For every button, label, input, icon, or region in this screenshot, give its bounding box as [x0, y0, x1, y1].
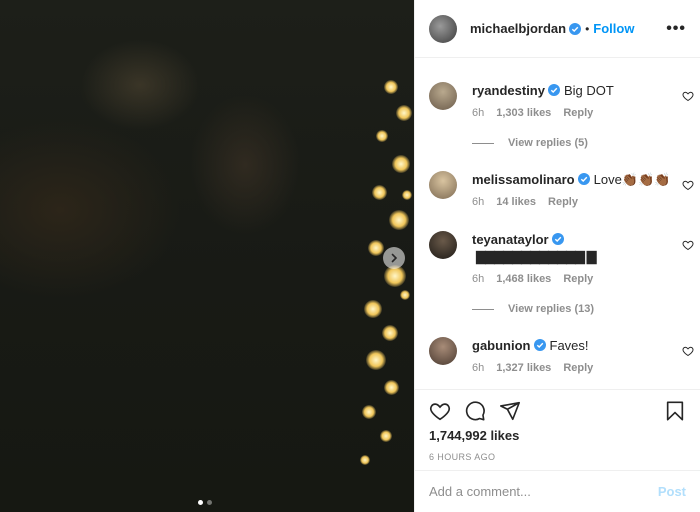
- comment-bubble-icon[interactable]: [464, 400, 486, 422]
- comment-likes[interactable]: 14 likes: [496, 196, 536, 208]
- comment-text: ▇▇▇▇▇▇▇▇▇▇▇▇ ▇: [476, 249, 597, 264]
- comment-meta: 6h 1,468 likes Reply: [472, 273, 689, 285]
- more-options-button[interactable]: •••: [666, 20, 686, 38]
- carousel-dot: [207, 500, 212, 505]
- avatar[interactable]: [429, 14, 457, 43]
- comment-item: ryandestiny Big DOT 6h 1,303 likes Reply …: [429, 82, 694, 149]
- post-timestamp: 6 HOURS AGO: [429, 452, 496, 462]
- verified-badge-icon: [533, 339, 546, 351]
- reply-button[interactable]: Reply: [563, 107, 593, 119]
- view-replies-label: View replies (5): [508, 137, 588, 149]
- comment-username[interactable]: gabunion: [472, 338, 531, 353]
- comment-username[interactable]: melissamolinaro: [472, 172, 575, 187]
- post-comment-button[interactable]: Post: [658, 484, 686, 499]
- avatar[interactable]: [429, 82, 457, 110]
- comment-time[interactable]: 6h: [472, 273, 484, 285]
- like-comment-heart-icon[interactable]: [682, 239, 694, 251]
- post-actions: 1,744,992 likes 6 HOURS AGO: [415, 389, 700, 462]
- view-replies-button[interactable]: View replies (13): [472, 303, 689, 315]
- comments-list[interactable]: ryandestiny Big DOT 6h 1,303 likes Reply …: [415, 59, 700, 388]
- comment-text: Big DOT: [563, 83, 614, 98]
- like-heart-icon[interactable]: [429, 400, 451, 422]
- replies-divider: [472, 142, 494, 144]
- carousel-dot-active: [198, 500, 203, 505]
- avatar[interactable]: [429, 231, 457, 259]
- follow-button[interactable]: Follow: [593, 21, 634, 36]
- comment-likes[interactable]: 1,303 likes: [496, 107, 551, 119]
- comment-text: Love👏🏾👏🏾👏🏾: [593, 172, 671, 187]
- comment-item: teyanataylor ▇▇▇▇▇▇▇▇▇▇▇▇ ▇ 6h 1,468 like…: [429, 231, 694, 315]
- comment-body: teyanataylor ▇▇▇▇▇▇▇▇▇▇▇▇ ▇: [472, 231, 652, 265]
- comment-body: ryandestiny Big DOT: [472, 82, 689, 99]
- comment-time[interactable]: 6h: [472, 196, 484, 208]
- share-icon[interactable]: [499, 400, 521, 422]
- author-username[interactable]: michaelbjordan: [470, 21, 566, 36]
- replies-divider: [472, 308, 494, 310]
- comment-body: gabunion Faves!: [472, 337, 689, 354]
- carousel-indicator: [198, 500, 212, 505]
- comment-item: gabunion Faves! 6h 1,327 likes Reply: [429, 337, 694, 374]
- comment-text: Faves!: [549, 338, 589, 353]
- comment-meta: 6h 1,303 likes Reply: [472, 107, 689, 119]
- comment-meta: 6h 1,327 likes Reply: [472, 362, 689, 374]
- comment-body: melissamolinaro Love👏🏾👏🏾👏🏾: [472, 171, 689, 188]
- comment-item: melissamolinaro Love👏🏾👏🏾👏🏾 6h 14 likes Re…: [429, 171, 694, 208]
- comment-time[interactable]: 6h: [472, 362, 484, 374]
- separator: •: [585, 21, 590, 36]
- view-replies-button[interactable]: View replies (5): [472, 137, 689, 149]
- comment-likes[interactable]: 1,468 likes: [496, 273, 551, 285]
- comment-meta: 6h 14 likes Reply: [472, 196, 689, 208]
- comment-composer: Post: [415, 470, 700, 512]
- view-replies-label: View replies (13): [508, 303, 595, 315]
- bookmark-icon[interactable]: [664, 400, 686, 422]
- verified-badge-icon: [577, 173, 590, 185]
- verified-badge-icon: [551, 233, 564, 245]
- reply-button[interactable]: Reply: [563, 362, 593, 374]
- post-likes-count[interactable]: 1,744,992 likes: [429, 428, 686, 443]
- post-photo: [0, 0, 414, 512]
- comment-likes[interactable]: 1,327 likes: [496, 362, 551, 374]
- post-side-panel: michaelbjordan • Follow ••• ryandestiny B…: [414, 0, 700, 512]
- like-comment-heart-icon[interactable]: [682, 345, 694, 357]
- comment-input[interactable]: [429, 484, 658, 499]
- comment-time[interactable]: 6h: [472, 107, 484, 119]
- comment-username[interactable]: teyanataylor: [472, 232, 549, 247]
- like-comment-heart-icon[interactable]: [682, 179, 694, 191]
- avatar[interactable]: [429, 171, 457, 199]
- verified-badge-icon: [569, 22, 582, 35]
- comment-username[interactable]: ryandestiny: [472, 83, 545, 98]
- verified-badge-icon: [547, 84, 560, 96]
- like-comment-heart-icon[interactable]: [682, 90, 694, 102]
- post-header: michaelbjordan • Follow •••: [415, 0, 700, 58]
- avatar[interactable]: [429, 337, 457, 365]
- reply-button[interactable]: Reply: [563, 273, 593, 285]
- next-slide-button[interactable]: [383, 247, 405, 269]
- reply-button[interactable]: Reply: [548, 196, 578, 208]
- action-bar: [429, 400, 686, 422]
- chevron-right-icon: [391, 253, 398, 263]
- string-lights: [354, 60, 414, 480]
